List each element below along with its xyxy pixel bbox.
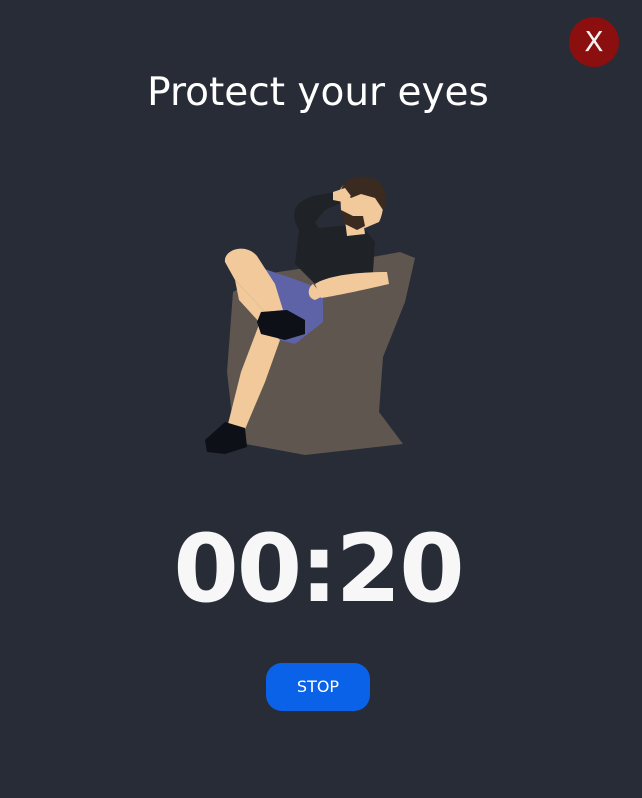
close-button-label: X: [584, 25, 604, 58]
countdown-timer: 00:20: [173, 515, 464, 624]
stop-button[interactable]: STOP: [266, 663, 370, 711]
break-reminder-window: X Protect your eyes 00:20 STOP: [0, 0, 642, 798]
stop-button-label: STOP: [296, 677, 340, 696]
relaxing-man-illustration: [205, 176, 415, 455]
back-shoe-shape: [205, 422, 247, 454]
page-title: Protect your eyes: [147, 70, 489, 115]
close-button[interactable]: X: [569, 17, 619, 67]
